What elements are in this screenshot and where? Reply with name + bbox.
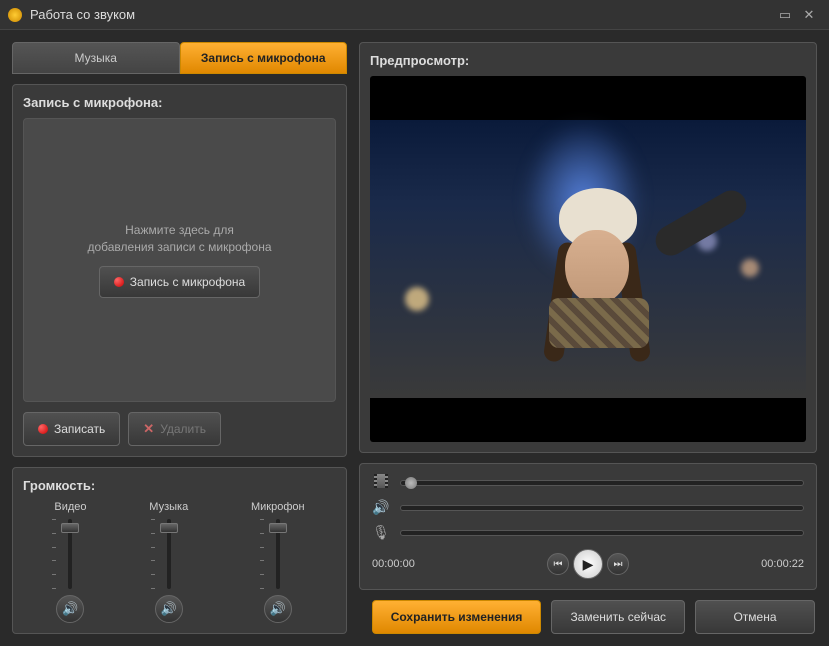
- next-button[interactable]: ⏭: [607, 553, 629, 575]
- record-button[interactable]: Записать: [23, 412, 120, 446]
- delete-button[interactable]: ✕ Удалить: [128, 412, 221, 446]
- delete-button-label: Удалить: [160, 422, 206, 436]
- save-button[interactable]: Сохранить изменения: [372, 600, 542, 634]
- volume-mic-slider[interactable]: [266, 519, 290, 589]
- video-track-icon: [372, 474, 390, 491]
- volume-video-column: Видео 🔊: [54, 501, 86, 623]
- volume-video-slider[interactable]: [58, 519, 82, 589]
- record-heading: Запись с микрофона:: [23, 95, 336, 110]
- mic-track-icon: 🎙: [372, 524, 390, 541]
- save-button-label: Сохранить изменения: [391, 610, 523, 624]
- titlebar: Работа со звуком ▭ ✕: [0, 0, 829, 30]
- app-icon: [8, 8, 22, 22]
- cancel-button-label: Отмена: [733, 610, 776, 624]
- record-icon: [38, 424, 48, 434]
- close-button[interactable]: ✕: [797, 6, 821, 24]
- record-button-label: Записать: [54, 422, 105, 436]
- tab-mic-record[interactable]: Запись с микрофона: [180, 42, 348, 74]
- record-drop-area[interactable]: Нажмите здесь для добавления записи с ми…: [23, 118, 336, 402]
- volume-mic-mute[interactable]: 🔊: [264, 595, 292, 623]
- volume-heading: Громкость:: [23, 478, 336, 493]
- prev-button[interactable]: ⏮: [547, 553, 569, 575]
- delete-icon: ✕: [143, 421, 154, 437]
- preview-heading: Предпросмотр:: [370, 53, 806, 68]
- cancel-button[interactable]: Отмена: [695, 600, 815, 634]
- volume-music-label: Музыка: [149, 501, 188, 513]
- window-title: Работа со звуком: [30, 7, 773, 22]
- video-seek-slider[interactable]: [400, 480, 804, 486]
- volume-music-mute[interactable]: 🔊: [155, 595, 183, 623]
- replace-button-label: Заменить сейчас: [570, 610, 666, 624]
- video-preview[interactable]: [370, 76, 806, 442]
- audio-volume-slider[interactable]: [400, 505, 804, 511]
- tabs: Музыка Запись с микрофона: [12, 42, 347, 74]
- time-current: 00:00:00: [372, 558, 415, 570]
- record-hint-line1: Нажмите здесь для: [87, 222, 271, 239]
- speaker-icon: 🔊: [270, 601, 286, 617]
- time-total: 00:00:22: [761, 558, 804, 570]
- speaker-icon: 🔊: [62, 601, 78, 617]
- record-from-mic-button[interactable]: Запись с микрофона: [99, 266, 260, 298]
- volume-music-slider[interactable]: [157, 519, 181, 589]
- record-from-mic-label: Запись с микрофона: [130, 275, 245, 289]
- speaker-icon: 🔊: [161, 601, 177, 617]
- audio-track-icon: 🔊: [372, 499, 390, 516]
- play-controls: ⏮ ▶ ⏭: [547, 549, 629, 579]
- record-hint-line2: добавления записи с микрофона: [87, 239, 271, 256]
- record-icon: [114, 277, 124, 287]
- playback-controls-panel: 🔊 🎙 00:00:00 ⏮ ▶ ⏭ 00:00:22: [359, 463, 817, 590]
- minimize-button[interactable]: ▭: [773, 6, 797, 24]
- volume-music-column: Музыка 🔊: [149, 501, 188, 623]
- record-panel: Запись с микрофона: Нажмите здесь для до…: [12, 84, 347, 457]
- replace-now-button[interactable]: Заменить сейчас: [551, 600, 685, 634]
- footer-buttons: Сохранить изменения Заменить сейчас Отме…: [359, 600, 817, 634]
- volume-panel: Громкость: Видео 🔊 Музыка: [12, 467, 347, 634]
- volume-mic-column: Микрофон 🔊: [251, 501, 305, 623]
- preview-panel: Предпросмотр:: [359, 42, 817, 453]
- mic-volume-slider[interactable]: [400, 530, 804, 536]
- volume-video-mute[interactable]: 🔊: [56, 595, 84, 623]
- volume-video-label: Видео: [54, 501, 86, 513]
- volume-mic-label: Микрофон: [251, 501, 305, 513]
- record-hint: Нажмите здесь для добавления записи с ми…: [87, 222, 271, 256]
- play-button[interactable]: ▶: [573, 549, 603, 579]
- tab-music[interactable]: Музыка: [12, 42, 180, 74]
